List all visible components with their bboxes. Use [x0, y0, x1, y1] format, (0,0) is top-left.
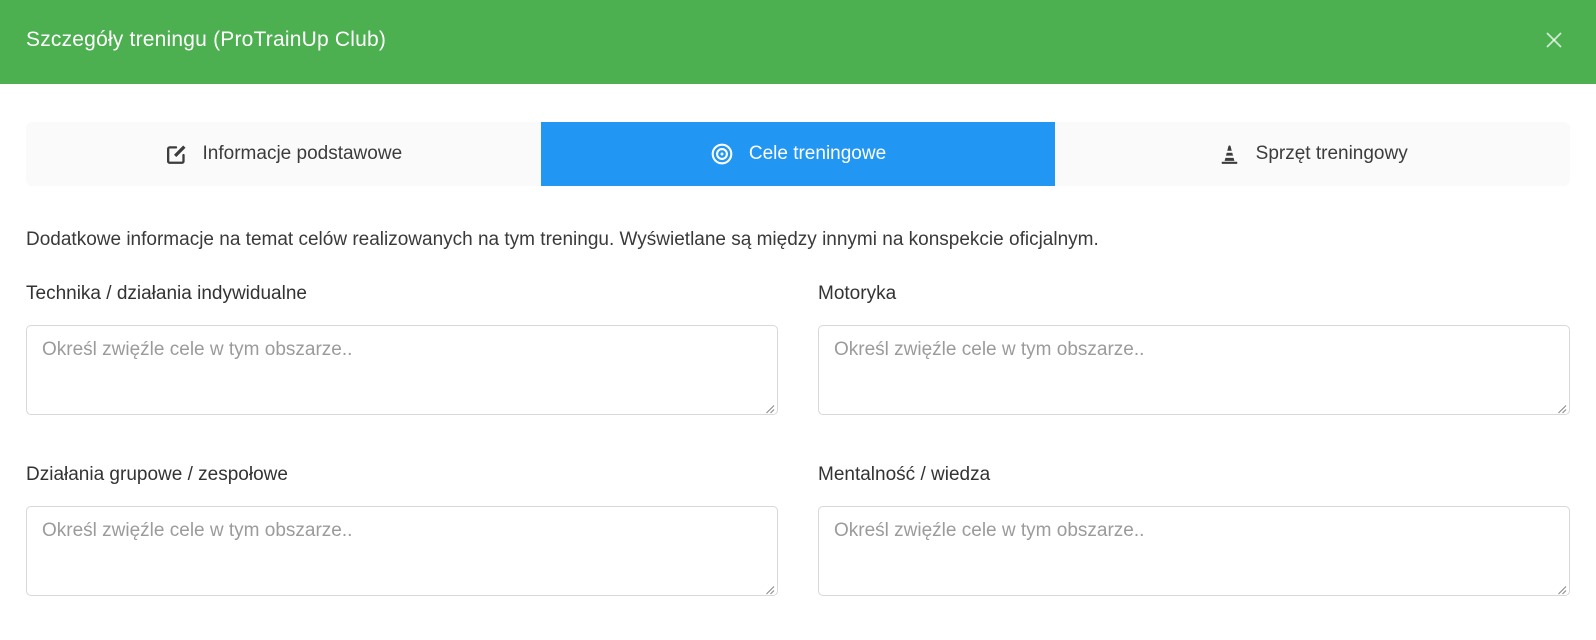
resize-handle-icon[interactable]: [1556, 582, 1567, 593]
cone-icon: [1218, 143, 1241, 166]
motoryka-textarea[interactable]: [818, 325, 1570, 415]
field-dzialania-grupowe: Działania grupowe / zespołowe: [26, 463, 778, 596]
field-label-motoryka: Motoryka: [818, 282, 1570, 305]
tabbar: Informacje podstawowe Cele treningowe: [26, 122, 1570, 186]
close-button[interactable]: [1542, 28, 1566, 52]
tab-description: Dodatkowe informacje na temat celów real…: [26, 228, 1570, 252]
resize-handle-icon[interactable]: [764, 582, 775, 593]
field-technika: Technika / działania indywidualne: [26, 282, 778, 415]
dzialania-grupowe-textarea[interactable]: [26, 506, 778, 596]
tab-label: Sprzęt treningowy: [1256, 143, 1408, 165]
modal-title: Szczegóły treningu (ProTrainUp Club): [26, 28, 386, 52]
field-label-mentalnosc: Mentalność / wiedza: [818, 463, 1570, 486]
resize-handle-icon[interactable]: [1556, 401, 1567, 412]
resize-handle-icon[interactable]: [764, 401, 775, 412]
tab-cele-treningowe[interactable]: Cele treningowe: [541, 122, 1056, 186]
edit-icon: [165, 143, 188, 166]
goal-fields-grid: Technika / działania indywidualne Motory…: [26, 282, 1570, 596]
mentalnosc-textarea[interactable]: [818, 506, 1570, 596]
target-icon: [710, 142, 734, 166]
close-icon: [1544, 30, 1564, 50]
modal-body: Informacje podstawowe Cele treningowe: [0, 122, 1596, 596]
modal-header: Szczegóły treningu (ProTrainUp Club): [0, 0, 1596, 84]
field-label-dzialania-grupowe: Działania grupowe / zespołowe: [26, 463, 778, 486]
tab-label: Cele treningowe: [749, 143, 886, 165]
tab-label: Informacje podstawowe: [203, 143, 403, 165]
tab-informacje-podstawowe[interactable]: Informacje podstawowe: [26, 122, 541, 186]
field-motoryka: Motoryka: [818, 282, 1570, 415]
tab-sprzet-treningowy[interactable]: Sprzęt treningowy: [1055, 122, 1570, 186]
field-label-technika: Technika / działania indywidualne: [26, 282, 778, 305]
field-mentalnosc: Mentalność / wiedza: [818, 463, 1570, 596]
technika-textarea[interactable]: [26, 325, 778, 415]
